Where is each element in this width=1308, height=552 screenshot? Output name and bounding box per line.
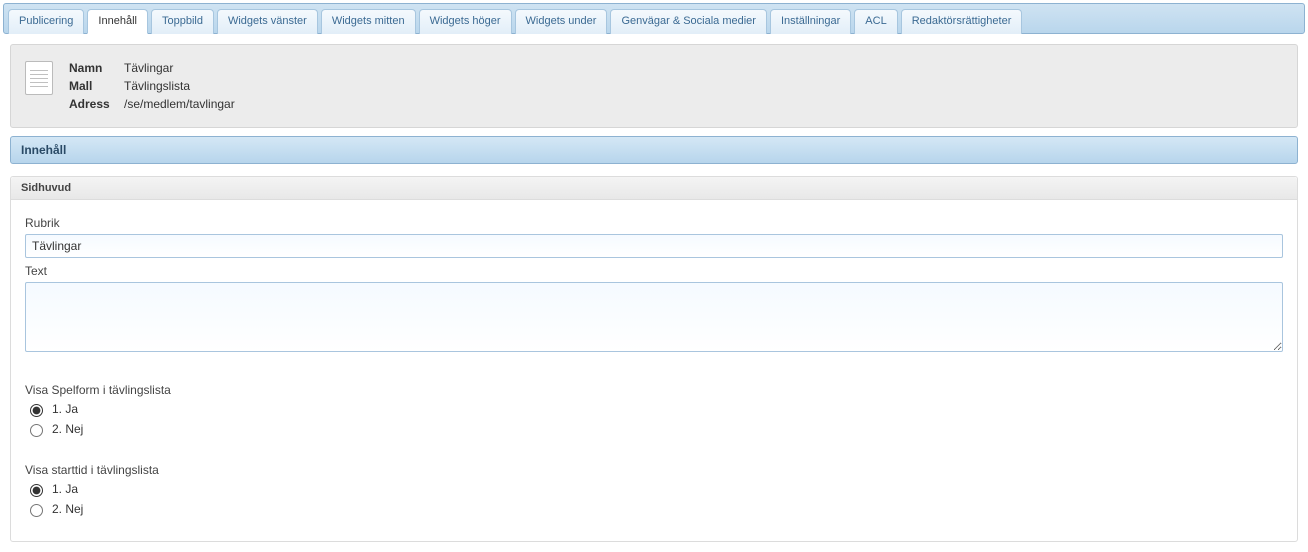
tab-installningar[interactable]: Inställningar	[770, 9, 851, 34]
tab-widgets-mitten[interactable]: Widgets mitten	[321, 9, 416, 34]
spelform-radio-group: 1. Ja 2. Nej	[25, 401, 1283, 437]
info-value-address: /se/medlem/tavlingar	[124, 95, 235, 113]
info-value-template: Tävlingslista	[124, 77, 190, 95]
tab-widgets-under[interactable]: Widgets under	[515, 9, 608, 34]
starttid-label: Visa starttid i tävlingslista	[25, 463, 1283, 477]
starttid-option-ja-label: 1. Ja	[52, 482, 78, 496]
tab-innehall[interactable]: Innehåll	[87, 9, 148, 34]
starttid-radio-nej[interactable]	[30, 504, 43, 517]
page-info-box: Namn Tävlingar Mall Tävlingslista Adress…	[10, 44, 1298, 128]
spelform-label: Visa Spelform i tävlingslista	[25, 383, 1283, 397]
spelform-option-ja[interactable]: 1. Ja	[25, 401, 1283, 417]
text-textarea[interactable]	[25, 282, 1283, 352]
tab-genvagar-sociala[interactable]: Genvägar & Sociala medier	[610, 9, 767, 34]
spelform-option-nej-label: 2. Nej	[52, 422, 83, 436]
info-value-name: Tävlingar	[124, 59, 173, 77]
tab-toppbild[interactable]: Toppbild	[151, 9, 214, 34]
starttid-option-ja[interactable]: 1. Ja	[25, 481, 1283, 497]
tab-publicering[interactable]: Publicering	[8, 9, 84, 34]
info-label-name: Namn	[69, 59, 124, 77]
tab-acl[interactable]: ACL	[854, 9, 897, 34]
page-info-table: Namn Tävlingar Mall Tävlingslista Adress…	[69, 59, 235, 113]
spelform-option-nej[interactable]: 2. Nej	[25, 421, 1283, 437]
spelform-option-ja-label: 1. Ja	[52, 402, 78, 416]
form-header-sidhuvud: Sidhuvud	[11, 177, 1297, 200]
starttid-option-nej[interactable]: 2. Nej	[25, 501, 1283, 517]
section-title-innehall: Innehåll	[10, 136, 1298, 164]
form-box: Sidhuvud Rubrik Text Visa Spelform i täv…	[10, 176, 1298, 542]
info-label-template: Mall	[69, 77, 124, 95]
page-icon	[25, 61, 53, 95]
starttid-radio-group: 1. Ja 2. Nej	[25, 481, 1283, 517]
tab-redaktorsrattigheter[interactable]: Redaktörsrättigheter	[901, 9, 1023, 34]
rubrik-label: Rubrik	[25, 216, 1283, 230]
tab-widgets-vanster[interactable]: Widgets vänster	[217, 9, 318, 34]
rubrik-input[interactable]	[25, 234, 1283, 258]
starttid-option-nej-label: 2. Nej	[52, 502, 83, 516]
spelform-radio-nej[interactable]	[30, 424, 43, 437]
tab-widgets-hoger[interactable]: Widgets höger	[419, 9, 512, 34]
tab-bar: Publicering Innehåll Toppbild Widgets vä…	[3, 3, 1305, 34]
starttid-radio-ja[interactable]	[30, 484, 43, 497]
spelform-radio-ja[interactable]	[30, 404, 43, 417]
text-label: Text	[25, 264, 1283, 278]
info-label-address: Adress	[69, 95, 124, 113]
